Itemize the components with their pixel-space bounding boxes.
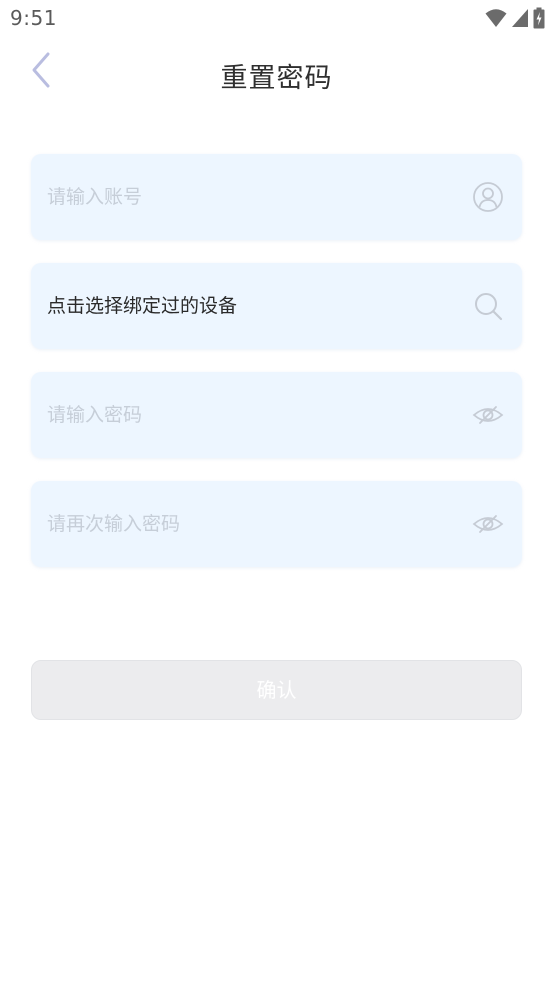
device-select-field[interactable]: 点击选择绑定过的设备 xyxy=(31,263,522,349)
confirm-password-input[interactable] xyxy=(47,481,447,567)
account-input[interactable] xyxy=(47,154,447,240)
wifi-icon xyxy=(485,9,507,27)
eye-off-icon[interactable] xyxy=(472,399,504,431)
eye-off-icon[interactable] xyxy=(472,508,504,540)
account-field xyxy=(31,154,522,240)
status-bar: 9:51 xyxy=(0,0,553,38)
page-title: 重置密码 xyxy=(220,63,333,94)
search-icon xyxy=(475,293,503,321)
status-time: 9:51 xyxy=(10,6,57,30)
device-select-text: 点击选择绑定过的设备 xyxy=(47,295,238,317)
status-icons xyxy=(485,7,545,29)
signal-icon xyxy=(512,9,528,27)
password-input[interactable] xyxy=(47,372,447,458)
confirm-button[interactable]: 确认 xyxy=(31,660,522,720)
user-icon xyxy=(473,182,503,212)
nav-header: 重置密码 xyxy=(0,38,553,110)
password-field xyxy=(31,372,522,458)
confirm-password-field xyxy=(31,481,522,567)
battery-icon xyxy=(533,7,545,29)
